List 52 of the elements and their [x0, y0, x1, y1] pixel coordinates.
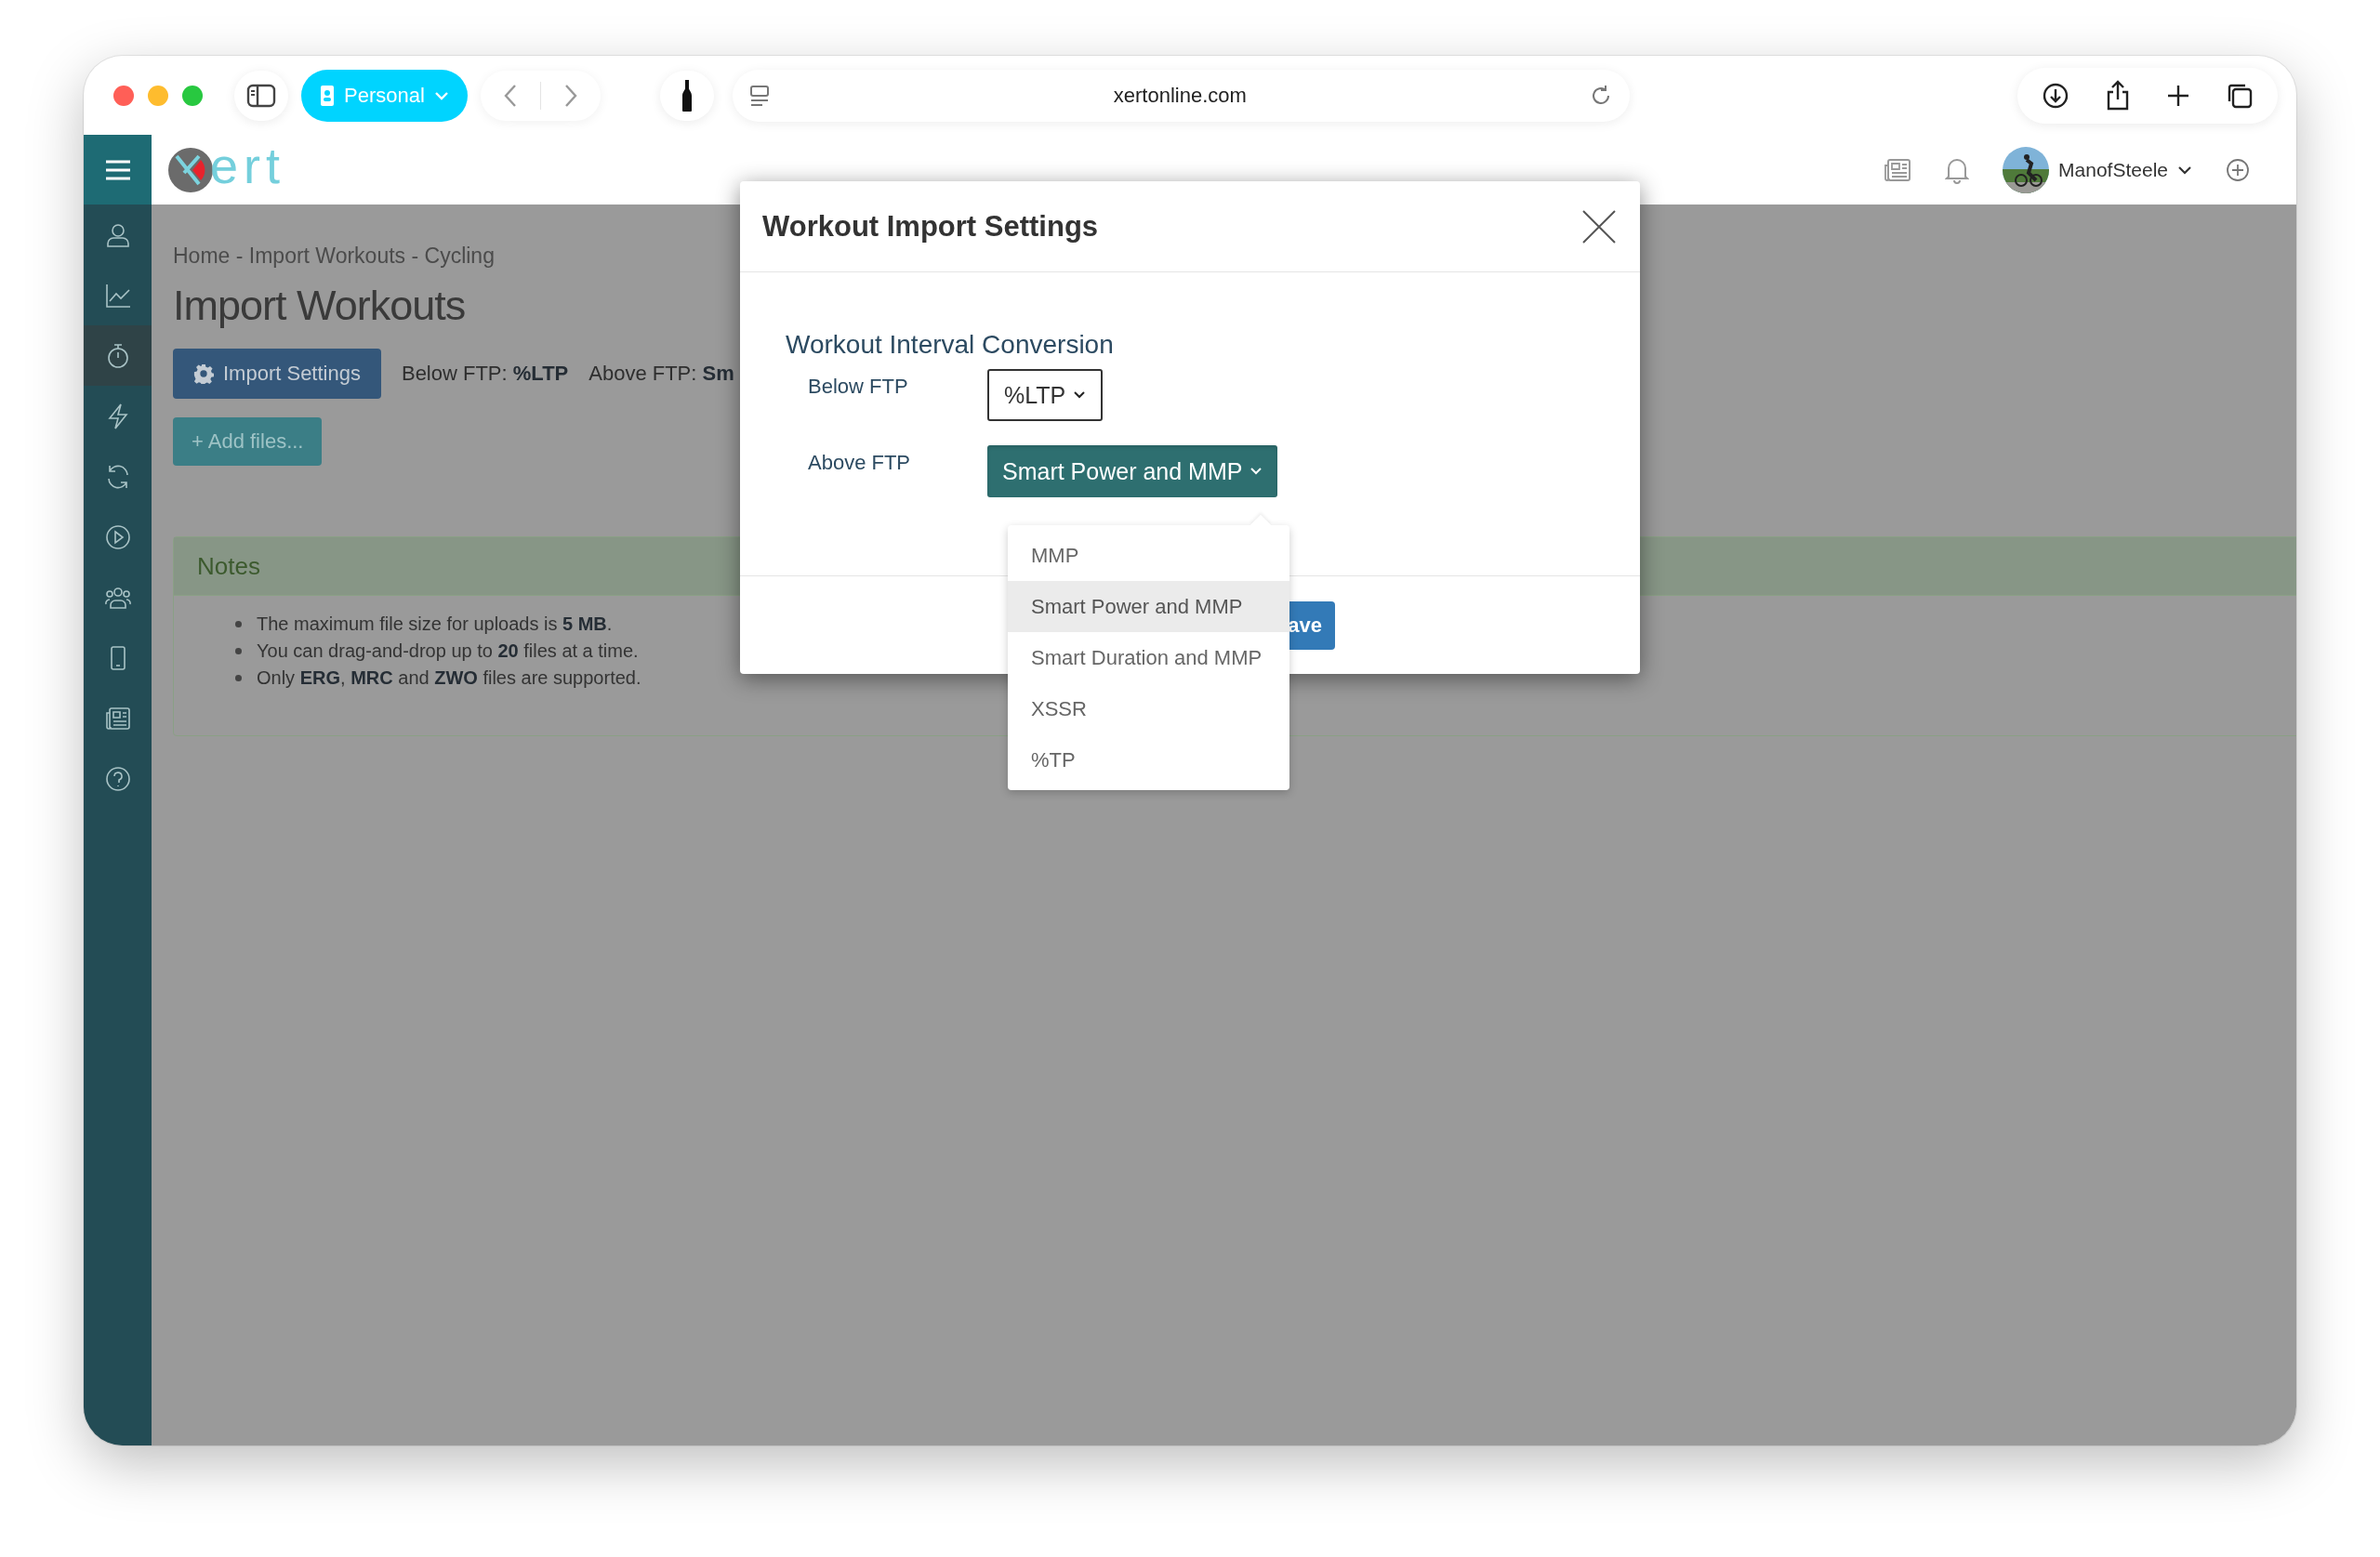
back-icon	[502, 83, 518, 108]
import-settings-button[interactable]: Import Settings	[173, 349, 381, 399]
bullet-icon	[235, 621, 242, 627]
dropdown-option[interactable]: XSSR	[1008, 683, 1289, 734]
logo-icon	[167, 146, 214, 193]
chevron-icon	[2177, 164, 2192, 176]
forward-icon	[562, 83, 578, 108]
reader-icon	[748, 84, 772, 107]
dropdown-option[interactable]: %TP	[1008, 734, 1289, 785]
help-icon	[103, 764, 132, 793]
note-text: The maximum file size for uploads is 5 MB.	[257, 613, 613, 636]
field-label: Above FTP	[807, 451, 912, 475]
notes-title: Notes	[197, 551, 260, 581]
dropdown-option[interactable]: MMP	[1008, 530, 1289, 581]
bullet-icon	[235, 675, 242, 681]
add-icon[interactable]	[2226, 157, 2250, 182]
share-icon	[2105, 79, 2131, 112]
gear-icon	[193, 363, 214, 384]
field-label: Below FTP	[807, 375, 909, 399]
setting-summary: Above FTP: Sm	[588, 362, 734, 386]
newspaper-icon[interactable]	[1884, 157, 1912, 182]
select-dropdown[interactable]: %LTP	[987, 369, 1104, 421]
chevron-icon	[1073, 390, 1087, 400]
note-text: You can drag-and-drop up to 20 files at a time.	[257, 640, 639, 663]
menu-button[interactable]	[84, 135, 152, 205]
menu-icon	[103, 158, 132, 181]
dropdown-option[interactable]: Smart Duration and MMP	[1008, 632, 1289, 683]
select-dropdown[interactable]: Smart Power and MMP	[987, 445, 1278, 497]
dropdown-option[interactable]: Smart Power and MMP	[1008, 581, 1289, 632]
bottle-icon	[681, 78, 693, 112]
sidebar-item[interactable]	[84, 325, 152, 386]
page-title: Import Workouts	[173, 282, 466, 330]
section-heading: Workout Interval Conversion	[786, 330, 1115, 360]
download-icon	[2042, 81, 2069, 110]
logo-text: ert	[210, 139, 286, 191]
close-button[interactable]	[1580, 207, 1618, 245]
dialog-title: Workout Import Settings	[762, 209, 1099, 244]
sidebar-icon	[246, 83, 276, 108]
plus-icon	[2166, 83, 2190, 108]
setting-summary: Below FTP: %LTP	[401, 362, 569, 386]
close-icon	[1580, 207, 1618, 245]
user-menu[interactable]: ManofSteele	[2003, 146, 2192, 193]
play-icon	[103, 522, 132, 551]
note-text: Only ERG, MRC and ZWO files are supported.	[257, 666, 641, 690]
bullet-icon	[235, 648, 242, 654]
chevron-icon	[433, 89, 449, 101]
person-badge-icon	[320, 84, 335, 107]
close-window-button[interactable]	[113, 85, 134, 106]
breadcrumb: Home - Import Workouts - Cycling	[173, 244, 495, 269]
chevron-icon	[1250, 467, 1263, 476]
zoom-window-button[interactable]	[182, 85, 203, 106]
address-bar[interactable]: xertonline.com	[732, 69, 1630, 122]
